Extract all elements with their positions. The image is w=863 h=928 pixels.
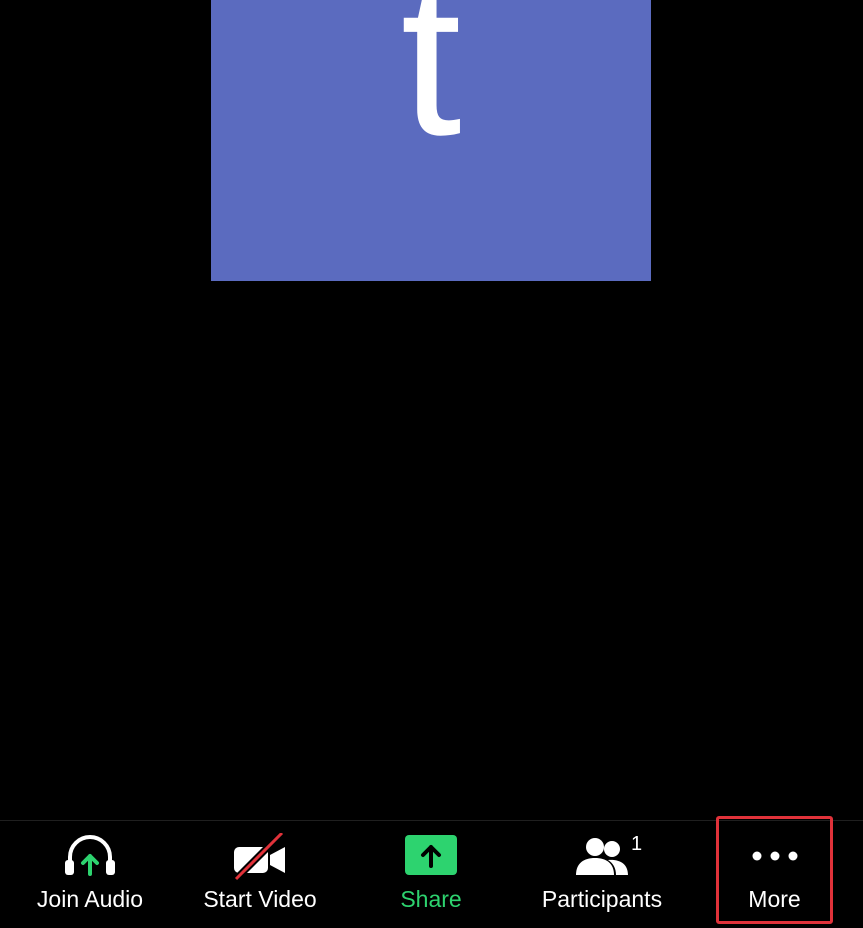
start-video-button[interactable]: Start Video: [180, 821, 340, 927]
share-up-arrow-icon: [403, 833, 459, 882]
join-audio-label: Join Audio: [36, 886, 144, 912]
people-icon: [572, 835, 632, 884]
headphones-up-arrow-icon: [62, 833, 118, 882]
share-button[interactable]: Share: [351, 821, 511, 927]
participants-label: Participants: [541, 886, 663, 912]
start-video-label: Start Video: [203, 886, 317, 912]
participants-button[interactable]: 1 Participants: [520, 821, 684, 927]
more-label: More: [748, 886, 801, 912]
participants-count: 1: [631, 833, 643, 855]
video-camera-off-icon: [230, 830, 290, 886]
more-dots-icon: [750, 849, 800, 867]
avatar-initial: t: [400, 0, 462, 181]
join-audio-button[interactable]: Join Audio: [10, 821, 170, 927]
participant-avatar-tile: t: [211, 0, 651, 281]
share-label: Share: [400, 886, 462, 912]
more-button[interactable]: More: [716, 821, 833, 927]
meeting-toolbar: Join Audio Start Video Share 1 Participa…: [0, 820, 863, 928]
meeting-screen: t Join Audio Start Video Share 1 Partici…: [0, 0, 863, 928]
